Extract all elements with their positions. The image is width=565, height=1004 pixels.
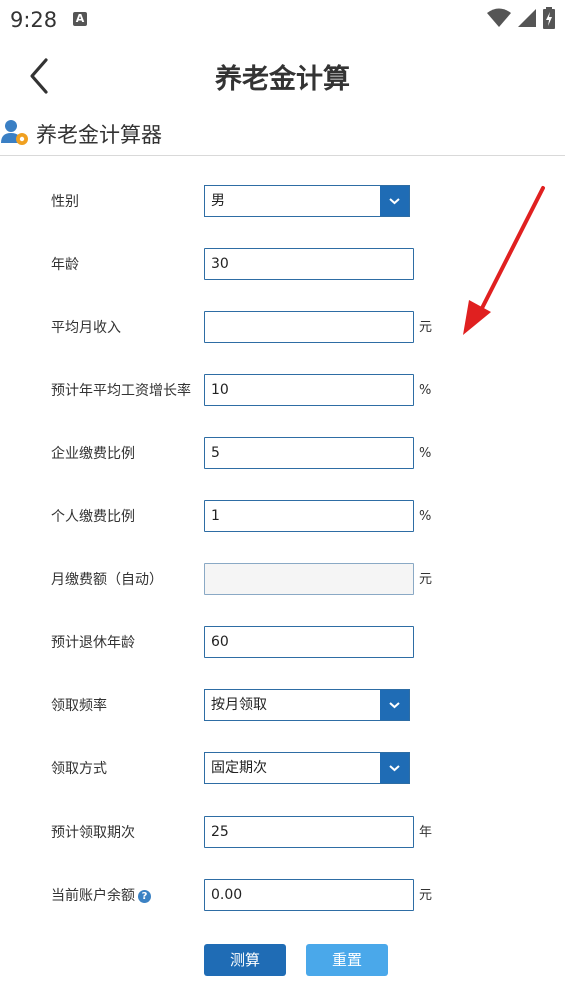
app-header: 养老金计算	[0, 40, 565, 110]
form-row-personal-rate: 个人缴费比例 1 %	[0, 500, 565, 534]
status-bar: 9:28 A	[0, 0, 565, 40]
claim-frequency-dropdown-button[interactable]	[380, 690, 409, 720]
claim-periods-unit: 年	[419, 825, 433, 840]
form-row-balance: 当前账户余额 ? 0.00 元	[0, 879, 565, 913]
gender-label: 性别	[51, 194, 79, 210]
signal-icon	[518, 9, 536, 27]
chevron-down-icon	[389, 765, 400, 772]
balance-input[interactable]: 0.00	[204, 879, 414, 911]
monthly-payment-label: 月缴费额（自动）	[51, 572, 163, 588]
section-header: 养老金计算器	[0, 113, 565, 156]
gender-dropdown-button[interactable]	[380, 186, 409, 216]
reset-button[interactable]: 重置	[306, 944, 388, 976]
age-label: 年龄	[51, 257, 79, 273]
growth-rate-label: 预计年平均工资增长率	[51, 383, 191, 399]
balance-unit: 元	[419, 888, 433, 903]
personal-rate-label: 个人缴费比例	[51, 509, 135, 525]
company-rate-input[interactable]: 5	[204, 437, 414, 469]
balance-label: 当前账户余额	[51, 888, 135, 904]
monthly-payment-unit: 元	[419, 572, 433, 587]
form-row-retire-age: 预计退休年龄 60	[0, 626, 565, 660]
claim-periods-label: 预计领取期次	[51, 825, 135, 841]
calculate-button[interactable]: 测算	[204, 944, 286, 976]
retire-age-input[interactable]: 60	[204, 626, 414, 658]
page-title: 养老金计算	[215, 64, 350, 95]
battery-icon	[543, 7, 555, 29]
age-input[interactable]: 30	[204, 248, 414, 280]
annotation-arrow-icon	[463, 186, 545, 335]
gender-select[interactable]: 男	[204, 185, 410, 217]
form-row-claim-periods: 预计领取期次 25 年	[0, 816, 565, 850]
claim-periods-input[interactable]: 25	[204, 816, 414, 848]
claim-frequency-value: 按月领取	[211, 697, 267, 713]
wifi-icon	[487, 8, 511, 27]
form-row-monthly-payment: 月缴费额（自动） 元	[0, 563, 565, 597]
growth-rate-input[interactable]: 10	[204, 374, 414, 406]
retire-age-label: 预计退休年龄	[51, 635, 135, 651]
claim-method-select[interactable]: 固定期次	[204, 752, 410, 784]
claim-method-label: 领取方式	[51, 761, 107, 777]
personal-rate-input[interactable]: 1	[204, 500, 414, 532]
personal-rate-unit: %	[419, 509, 432, 524]
status-icons	[487, 7, 555, 29]
help-icon[interactable]: ?	[138, 889, 151, 903]
user-gear-icon	[1, 120, 28, 145]
chevron-down-icon	[389, 702, 400, 709]
form-row-growth-rate: 预计年平均工资增长率 10 %	[0, 374, 565, 408]
income-label: 平均月收入	[51, 320, 121, 336]
notification-icon: A	[73, 12, 87, 26]
status-time: 9:28	[10, 8, 58, 32]
claim-frequency-select[interactable]: 按月领取	[204, 689, 410, 721]
claim-method-value: 固定期次	[211, 760, 267, 776]
claim-method-dropdown-button[interactable]	[380, 753, 409, 783]
monthly-payment-input	[204, 563, 414, 595]
income-unit: 元	[419, 320, 433, 335]
form-row-company-rate: 企业缴费比例 5 %	[0, 437, 565, 471]
company-rate-unit: %	[419, 446, 432, 461]
balance-label-wrap: 当前账户余额 ?	[51, 879, 151, 913]
growth-rate-unit: %	[419, 383, 432, 398]
form-row-claim-frequency: 领取频率 按月领取	[0, 689, 565, 723]
income-input[interactable]	[204, 311, 414, 343]
form-row-claim-method: 领取方式 固定期次	[0, 752, 565, 786]
section-title: 养老金计算器	[36, 123, 162, 147]
claim-frequency-label: 领取频率	[51, 698, 107, 714]
company-rate-label: 企业缴费比例	[51, 446, 135, 462]
chevron-down-icon	[389, 198, 400, 205]
gender-value: 男	[211, 193, 225, 209]
